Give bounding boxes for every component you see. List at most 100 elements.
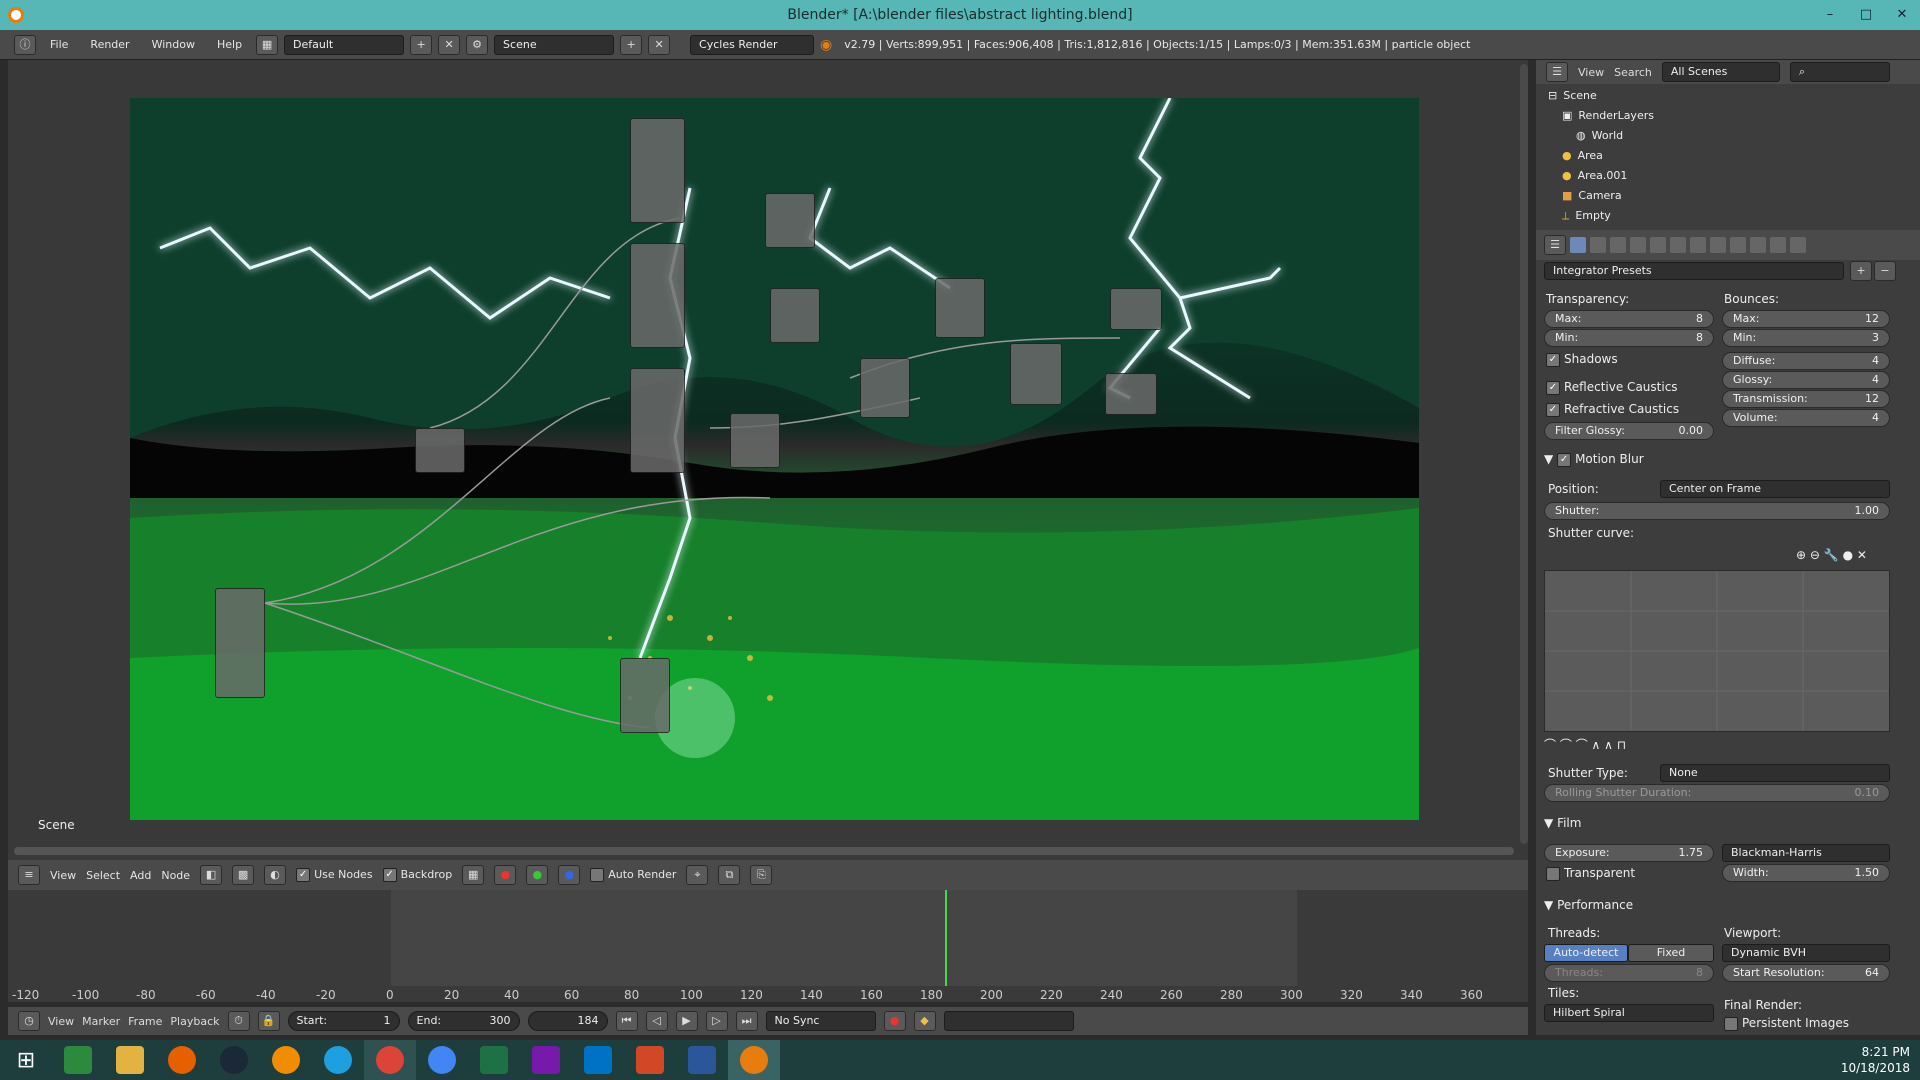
red-channel-icon[interactable]: ● bbox=[494, 865, 517, 885]
current-frame-line[interactable] bbox=[945, 890, 947, 990]
node-editor[interactable]: Scene bbox=[8, 60, 1528, 860]
outliner-item-renderlayers[interactable]: ▣ RenderLayers bbox=[1562, 106, 1920, 126]
outliner-search-input[interactable]: ⌕ bbox=[1789, 62, 1890, 82]
menu-render[interactable]: Render bbox=[82, 38, 137, 51]
menu-window[interactable]: Window bbox=[144, 38, 203, 51]
system-clock[interactable]: 8:21 PM 10/18/2018 bbox=[1841, 1044, 1910, 1076]
exposure-field[interactable]: Exposure: 1.75 bbox=[1544, 844, 1714, 862]
transparency-max-field[interactable]: Max: 8 bbox=[1544, 310, 1714, 328]
internet-explorer-icon[interactable] bbox=[312, 1040, 364, 1080]
transparent-checkbox[interactable]: Transparent bbox=[1546, 866, 1635, 881]
modifiers-tab-icon[interactable] bbox=[1690, 237, 1706, 253]
powerpoint-icon[interactable] bbox=[624, 1040, 676, 1080]
sphere-preset-icon[interactable]: ⌒ bbox=[1560, 738, 1572, 752]
motion-blur-panel-header[interactable]: ▼ ✓ Motion Blur bbox=[1544, 452, 1644, 467]
node-mix-5[interactable] bbox=[935, 278, 985, 338]
motion-blur-checkbox-icon[interactable]: ✓ bbox=[1557, 452, 1572, 467]
sharp-preset-icon[interactable]: ∧ bbox=[1592, 738, 1601, 752]
outliner-item-scene[interactable]: ⊟ Scene bbox=[1548, 86, 1908, 106]
volume-field[interactable]: Volume: 4 bbox=[1722, 409, 1890, 427]
outliner-item-world[interactable]: ◍ World bbox=[1576, 126, 1920, 146]
keyframe-icon[interactable]: ◆ bbox=[913, 1011, 936, 1031]
copy-icon[interactable]: ⧉ bbox=[718, 865, 741, 885]
backdrop-channels-icon[interactable]: ▦ bbox=[462, 865, 485, 885]
snap-icon[interactable]: ⌖ bbox=[686, 865, 709, 885]
start-resolution-field[interactable]: Start Resolution: 64 bbox=[1722, 964, 1890, 982]
minimize-button[interactable]: – bbox=[1812, 0, 1848, 30]
chrome-icon[interactable] bbox=[364, 1040, 416, 1080]
vertical-scrollbar[interactable] bbox=[1520, 64, 1528, 844]
jump-start-icon[interactable]: ⏮ bbox=[615, 1011, 638, 1031]
particles-tab-icon[interactable] bbox=[1770, 237, 1786, 253]
tiles-order-dropdown[interactable]: Hilbert Spiral bbox=[1544, 1004, 1714, 1022]
preview-range-icon[interactable]: ⏱ bbox=[227, 1011, 250, 1031]
properties-type-icon[interactable]: ☰ bbox=[1544, 235, 1566, 255]
node-id-mask[interactable] bbox=[415, 428, 465, 473]
outliner-menu-search[interactable]: Search bbox=[1614, 66, 1652, 79]
node-mix-3[interactable] bbox=[730, 413, 780, 468]
persistent-images-checkbox[interactable]: Persistent Images bbox=[1724, 1016, 1849, 1031]
menu-view[interactable]: View bbox=[50, 869, 76, 882]
jump-end-icon[interactable]: ⏭ bbox=[735, 1011, 758, 1031]
viewport-bvh-dropdown[interactable]: Dynamic BVH bbox=[1722, 944, 1890, 962]
node-composite[interactable] bbox=[1110, 288, 1162, 330]
position-dropdown[interactable]: Center on Frame bbox=[1660, 480, 1890, 498]
shutter-type-dropdown[interactable]: None bbox=[1660, 764, 1890, 782]
outliner-item-area[interactable]: ● Area bbox=[1562, 146, 1920, 166]
world-tab-icon[interactable] bbox=[1630, 237, 1646, 253]
transmission-field[interactable]: Transmission: 12 bbox=[1722, 390, 1890, 408]
store-icon[interactable] bbox=[52, 1040, 104, 1080]
transparency-min-field[interactable]: Min: 8 bbox=[1544, 329, 1714, 347]
bounces-max-field[interactable]: Max: 12 bbox=[1722, 310, 1890, 328]
node-blur-3[interactable] bbox=[630, 368, 685, 473]
timeline-area[interactable] bbox=[8, 890, 1528, 990]
steam-icon[interactable] bbox=[208, 1040, 260, 1080]
node-blur-1[interactable] bbox=[630, 118, 685, 223]
wrench-icon[interactable]: 🔧 bbox=[1824, 548, 1839, 562]
blue-channel-icon[interactable]: ● bbox=[558, 865, 581, 885]
add-layout-icon[interactable]: + bbox=[410, 34, 433, 55]
node-viewer[interactable] bbox=[1105, 373, 1157, 415]
blender-icon[interactable] bbox=[728, 1040, 780, 1080]
info-editor-icon[interactable]: ⓘ bbox=[14, 34, 36, 55]
filter-glossy-field[interactable]: Filter Glossy: 0.00 bbox=[1544, 422, 1714, 440]
bounces-min-field[interactable]: Min: 3 bbox=[1722, 329, 1890, 347]
integrator-presets-dropdown[interactable]: Integrator Presets bbox=[1544, 262, 1844, 280]
end-frame-field[interactable]: End: 300 bbox=[407, 1011, 520, 1031]
smooth-preset-icon[interactable]: ⌒ bbox=[1544, 738, 1556, 752]
menu-playback[interactable]: Playback bbox=[170, 1015, 219, 1028]
outliner-filter-dropdown[interactable]: All Scenes bbox=[1661, 62, 1780, 82]
scene-field[interactable]: Scene bbox=[494, 34, 615, 55]
horizontal-scrollbar[interactable] bbox=[14, 847, 1514, 855]
zoom-in-icon[interactable]: ⊕ bbox=[1796, 548, 1806, 562]
compositing-nodes-icon[interactable]: ▩ bbox=[232, 865, 255, 885]
filter-width-field[interactable]: Width: 1.50 bbox=[1722, 864, 1890, 882]
remove-preset-icon[interactable]: − bbox=[1874, 261, 1896, 281]
max-preset-icon[interactable]: ⊓ bbox=[1617, 738, 1626, 752]
threads-field[interactable]: Threads: 8 bbox=[1544, 964, 1714, 982]
root-preset-icon[interactable]: ⌒ bbox=[1576, 738, 1588, 752]
node-mix-1[interactable] bbox=[765, 193, 815, 248]
lock-icon[interactable]: 🔒 bbox=[257, 1011, 280, 1031]
shader-nodes-icon[interactable]: ◧ bbox=[200, 865, 223, 885]
node-blur-4[interactable] bbox=[620, 658, 670, 733]
green-channel-icon[interactable]: ● bbox=[526, 865, 549, 885]
object-tab-icon[interactable] bbox=[1650, 237, 1666, 253]
use-nodes-toggle[interactable]: ✓ Use Nodes bbox=[296, 868, 373, 882]
reset-icon[interactable]: ✕ bbox=[1857, 548, 1867, 562]
backdrop-toggle[interactable]: ✓ Backdrop bbox=[382, 868, 452, 882]
physics-tab-icon[interactable] bbox=[1790, 237, 1806, 253]
outlook-icon[interactable] bbox=[572, 1040, 624, 1080]
shadows-checkbox[interactable]: ✓ Shadows bbox=[1546, 352, 1618, 367]
menu-select[interactable]: Select bbox=[86, 869, 120, 882]
node-mix-2[interactable] bbox=[770, 288, 820, 343]
scene-tab-icon[interactable] bbox=[1610, 237, 1626, 253]
remove-layout-icon[interactable]: ✕ bbox=[438, 34, 461, 55]
filter-type-dropdown[interactable]: Blackman-Harris bbox=[1722, 844, 1890, 862]
render-tab-icon[interactable] bbox=[1570, 237, 1586, 253]
render-engine-dropdown[interactable]: Cycles Render bbox=[690, 34, 815, 55]
texture-tab-icon[interactable] bbox=[1750, 237, 1766, 253]
renderlayers-tab-icon[interactable] bbox=[1590, 237, 1606, 253]
reflective-caustics-checkbox[interactable]: ✓ Reflective Caustics bbox=[1546, 380, 1678, 395]
start-frame-field[interactable]: Start: 1 bbox=[287, 1011, 400, 1031]
